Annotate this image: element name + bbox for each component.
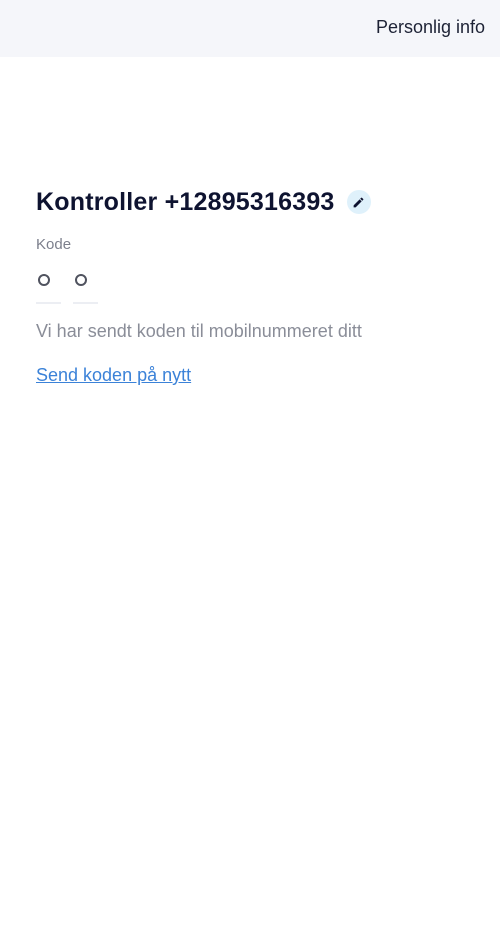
code-digit-field[interactable] <box>36 268 61 304</box>
page-title: Personlig info <box>376 17 486 37</box>
resend-code-link[interactable]: Send koden på nytt <box>36 365 191 386</box>
verification-section: Kontroller +12895316393 Kode Vi har send… <box>36 185 476 386</box>
edit-phone-button[interactable] <box>346 190 371 214</box>
code-label: Kode <box>36 236 72 253</box>
empty-digit-icon <box>38 274 50 286</box>
empty-digit-icon <box>75 274 87 286</box>
pencil-icon <box>353 197 364 207</box>
code-sent-message: Vi har sendt koden til mobilnummeret dit… <box>36 321 362 341</box>
heading-row: Kontroller +12895316393 <box>36 185 476 219</box>
top-bar: Personlig info <box>0 0 500 57</box>
verify-heading: Kontroller +12895316393 <box>36 187 335 216</box>
code-digit-field[interactable] <box>73 268 98 304</box>
code-input-group <box>36 268 476 304</box>
